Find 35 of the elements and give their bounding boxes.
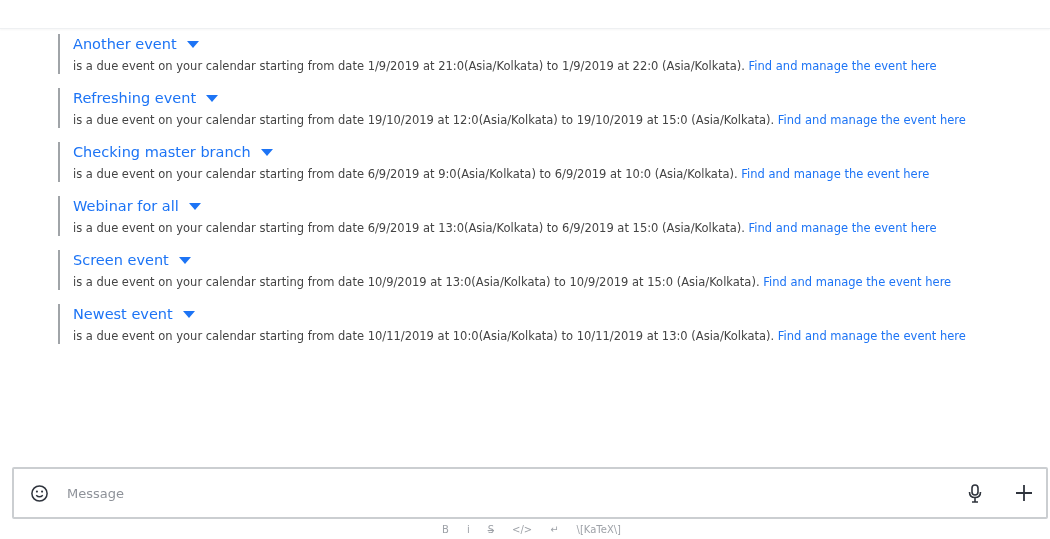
event-description: is a due event on your calendar starting from date 19/10/2019 at 12:0(Asia/Kolkata) to 19/10/2019 at 15:0 (Asia/Kolkata). Find and manage the event here (73, 112, 967, 128)
event-link[interactable]: Find and manage the event here (763, 275, 952, 289)
event-title[interactable]: Refreshing event (73, 90, 197, 106)
caret-icon[interactable] (182, 310, 195, 318)
plus-icon[interactable] (1016, 485, 1032, 501)
event-link[interactable]: Find and manage the event here (777, 329, 966, 343)
format-button[interactable]: S (487, 523, 494, 535)
event-title[interactable]: Newest event (73, 306, 173, 322)
event-description: is a due event on your calendar starting from date 10/9/2019 at 13:0(Asia/Kolkata) to 10/9/2019 at 15:0 (Asia/Kolkata). Find and manage the event here (73, 274, 953, 290)
event-title[interactable]: Screen event (73, 252, 169, 268)
emoji-icon[interactable] (30, 483, 49, 503)
event-description: is a due event on your calendar starting from date 1/9/2019 at 21:0(Asia/Kolkata) to 1/9/2019 at 22:0 (Asia/Kolkata). Find and manage the event here (73, 58, 938, 74)
format-button[interactable]: \[KaTeX\] (576, 523, 621, 535)
event-description: is a due event on your calendar starting from date 6/9/2019 at 9:0(Asia/Kolkata) to 6/9/2019 at 10:0 (Asia/Kolkata). Find and manage the event here (73, 166, 931, 182)
event-link[interactable]: Find and manage the event here (777, 113, 966, 127)
event-link[interactable]: Find and manage the event here (748, 59, 937, 73)
caret-icon[interactable] (260, 148, 273, 156)
event-link[interactable]: Find and manage the event here (741, 167, 930, 181)
event-description: is a due event on your calendar starting from date 10/11/2019 at 10:0(Asia/Kolkata) to 10/11/2019 at 13:0 (Asia/Kolkata). Find and manage the event here (73, 328, 967, 344)
format-button[interactable]: ↵ (550, 523, 559, 535)
event-title[interactable]: Webinar for all (73, 198, 179, 214)
microphone-icon[interactable] (968, 483, 982, 503)
caret-icon[interactable] (178, 256, 191, 264)
caret-icon[interactable] (188, 202, 201, 210)
format-button[interactable]: B (442, 523, 449, 535)
event-description: is a due event on your calendar starting from date 6/9/2019 at 13:0(Asia/Kolkata) to 6/9/2019 at 15:0 (Asia/Kolkata). Find and manage the event here (73, 220, 938, 236)
format-button[interactable]: </> (512, 523, 533, 535)
format-button[interactable]: i (466, 523, 470, 535)
event-title[interactable]: Checking master branch (73, 144, 251, 160)
message-input[interactable]: Message (65, 484, 952, 502)
caret-icon[interactable] (186, 40, 199, 48)
caret-icon[interactable] (206, 94, 219, 102)
event-title[interactable]: Another event (73, 36, 177, 52)
message-field[interactable]: Message (12, 467, 1048, 519)
event-link[interactable]: Find and manage the event here (748, 221, 937, 235)
